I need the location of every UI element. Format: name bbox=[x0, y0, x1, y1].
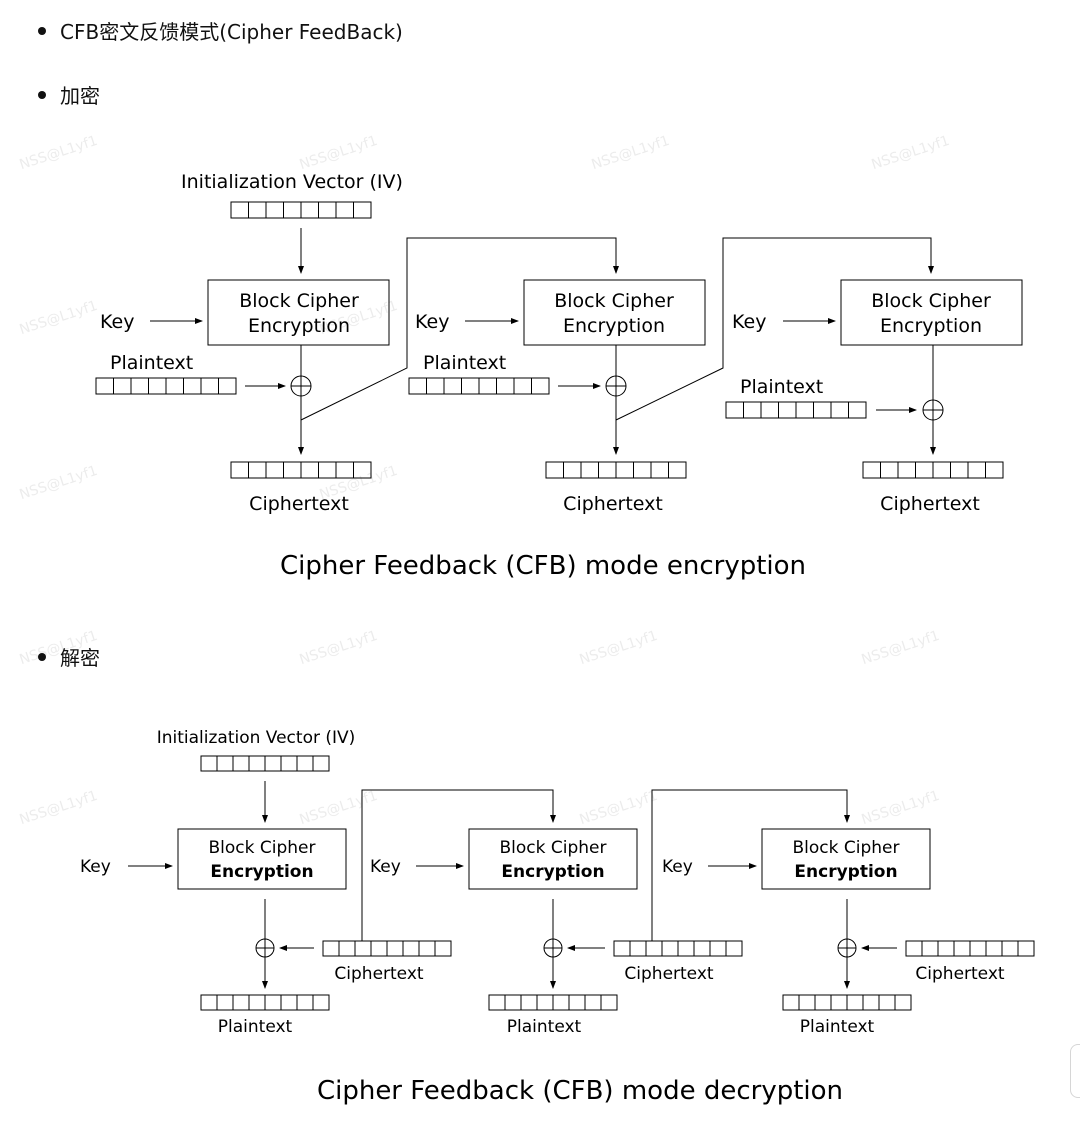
decryption-caption: Cipher Feedback (CFB) mode decryption bbox=[317, 1076, 843, 1106]
plaintext-register bbox=[782, 994, 912, 1011]
iv-label: Initialization Vector (IV) bbox=[157, 728, 356, 748]
block-cipher-label: Encryption bbox=[794, 862, 897, 882]
key-label: Key bbox=[80, 857, 111, 877]
plaintext-label: Plaintext bbox=[800, 1017, 875, 1037]
plaintext-register bbox=[488, 994, 618, 1011]
block-cipher-label: Block Cipher bbox=[209, 838, 316, 858]
key-label: Key bbox=[662, 857, 693, 877]
iv-register bbox=[200, 755, 330, 772]
ciphertext-register bbox=[613, 940, 743, 957]
ciphertext-label: Ciphertext bbox=[334, 964, 423, 984]
xor-symbol bbox=[837, 938, 857, 958]
ciphertext-label: Ciphertext bbox=[915, 964, 1004, 984]
ciphertext-register bbox=[905, 940, 1035, 957]
xor-symbol bbox=[543, 938, 563, 958]
ciphertext-register bbox=[322, 940, 452, 957]
side-panel-handle[interactable] bbox=[1070, 1044, 1080, 1098]
plaintext-label: Plaintext bbox=[218, 1017, 293, 1037]
plaintext-label: Plaintext bbox=[507, 1017, 582, 1037]
block-cipher-label: Block Cipher bbox=[793, 838, 900, 858]
block-cipher-label: Encryption bbox=[501, 862, 604, 882]
block-cipher-label: Block Cipher bbox=[500, 838, 607, 858]
ciphertext-label: Ciphertext bbox=[624, 964, 713, 984]
key-label: Key bbox=[370, 857, 401, 877]
block-cipher-label: Encryption bbox=[210, 862, 313, 882]
cfb-decryption-diagram: Initialization Vector (IV) Block Cipher … bbox=[80, 728, 1035, 1106]
plaintext-register bbox=[200, 994, 330, 1011]
xor-symbol bbox=[255, 938, 275, 958]
